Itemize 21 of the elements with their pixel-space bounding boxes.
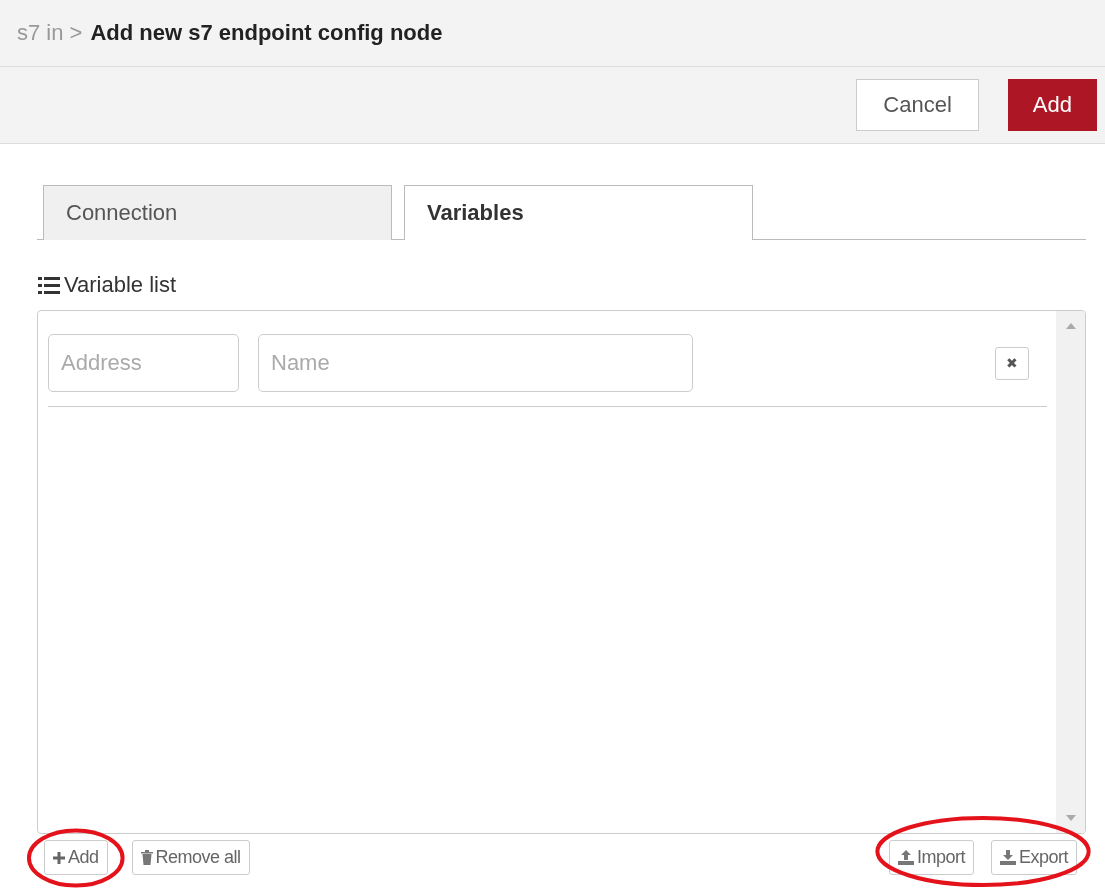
import-button[interactable]: Import bbox=[888, 840, 974, 875]
address-field[interactable]: Address bbox=[48, 334, 239, 392]
tab[interactable]: Variables bbox=[404, 185, 753, 240]
dialog-title: Add new s7 endpoint config node bbox=[90, 20, 443, 46]
list-icon bbox=[38, 276, 60, 294]
download-icon bbox=[999, 850, 1016, 865]
export-button[interactable]: Export bbox=[990, 840, 1077, 875]
remove-button[interactable]: ✖ bbox=[995, 346, 1029, 380]
cancel-button[interactable]: Cancel bbox=[856, 79, 979, 131]
upload-icon bbox=[897, 850, 914, 865]
name-field[interactable]: Name bbox=[258, 334, 693, 392]
remove-button[interactable]: Remove all bbox=[131, 840, 250, 875]
scrollbar[interactable] bbox=[1056, 311, 1085, 833]
add-button[interactable]: Add bbox=[44, 840, 108, 875]
scroll-down-icon[interactable] bbox=[1065, 815, 1076, 821]
plus-icon bbox=[53, 851, 65, 864]
trash-icon bbox=[140, 850, 153, 865]
section-title: Variable list bbox=[64, 272, 177, 298]
add-button[interactable]: Add bbox=[1007, 79, 1097, 131]
tab[interactable]: Connection bbox=[43, 185, 392, 240]
scroll-up-icon[interactable] bbox=[1065, 323, 1076, 329]
